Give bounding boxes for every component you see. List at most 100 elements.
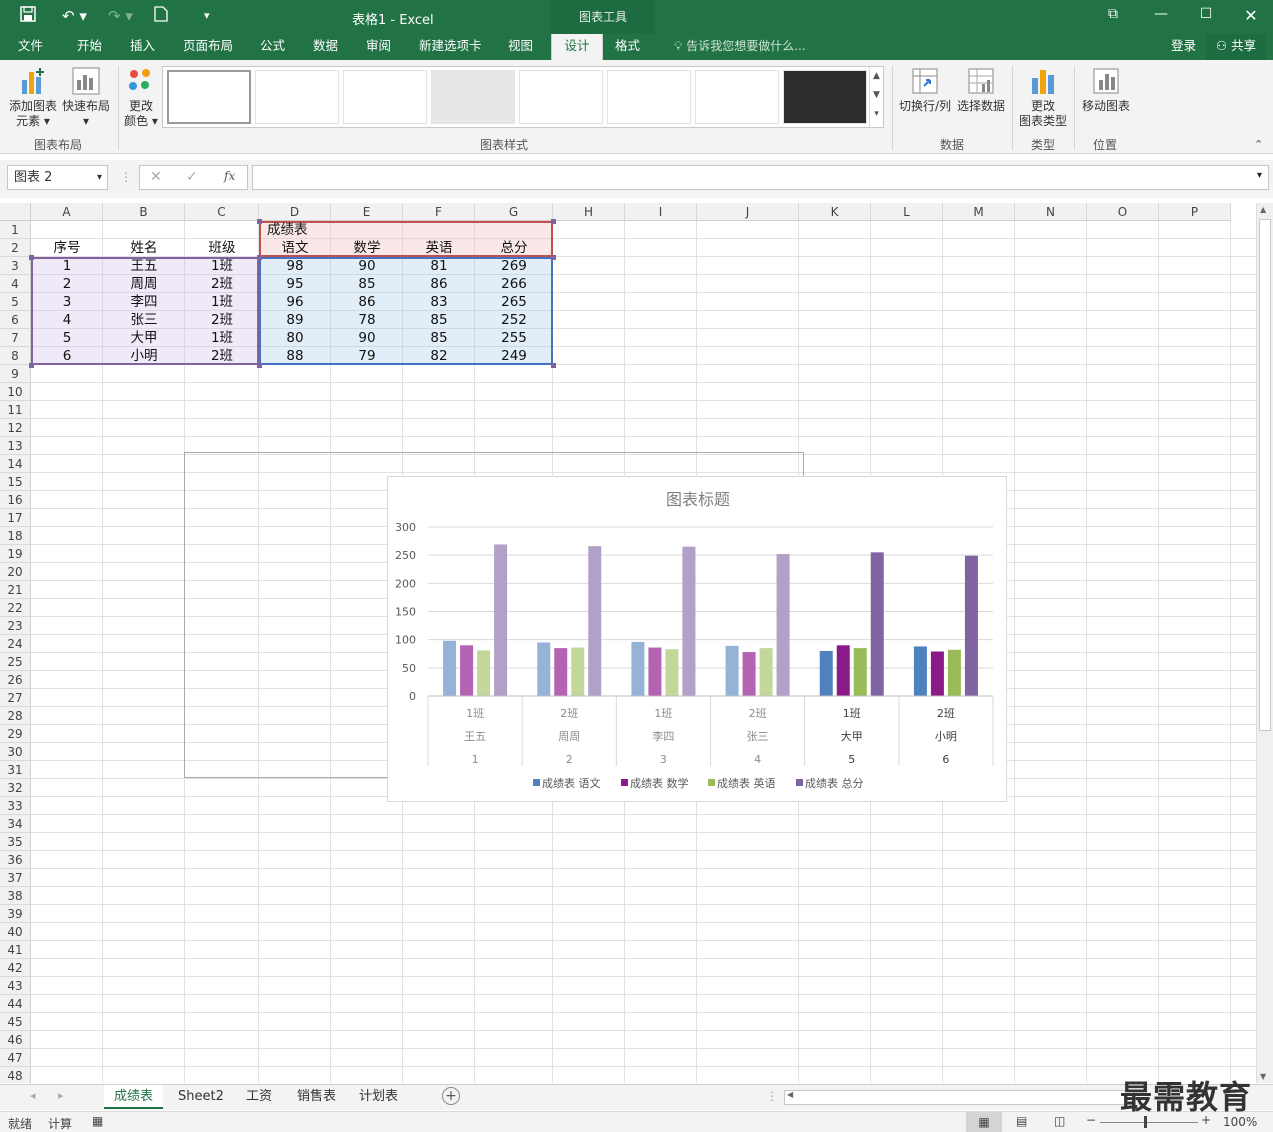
tab-file[interactable]: 文件	[12, 34, 49, 60]
row-header-45[interactable]: 45	[0, 1013, 31, 1031]
data-cell[interactable]: 81	[403, 257, 475, 275]
range-handle[interactable]	[29, 255, 34, 260]
customize-qat-icon[interactable]: ▾	[204, 6, 210, 26]
row-header-40[interactable]: 40	[0, 923, 31, 941]
row-header-16[interactable]: 16	[0, 491, 31, 509]
tab-formulas[interactable]: 公式	[254, 34, 291, 60]
column-header-B[interactable]: B	[103, 203, 185, 221]
row-header-8[interactable]: 8	[0, 347, 31, 365]
tab-page-layout[interactable]: 页面布局	[177, 34, 239, 60]
undo-icon[interactable]: ↶ ▾	[62, 6, 87, 26]
range-handle[interactable]	[29, 363, 34, 368]
row-header-48[interactable]: 48	[0, 1067, 31, 1083]
tab-review[interactable]: 审阅	[360, 34, 397, 60]
data-cell[interactable]: 1班	[185, 257, 259, 275]
data-cell[interactable]: 周周	[103, 275, 185, 293]
data-cell[interactable]: 269	[475, 257, 553, 275]
column-header-D[interactable]: D	[259, 203, 331, 221]
column-header-K[interactable]: K	[799, 203, 871, 221]
row-header-9[interactable]: 9	[0, 365, 31, 383]
data-cell[interactable]: 98	[259, 257, 331, 275]
data-cell[interactable]: 2班	[185, 311, 259, 329]
data-cell[interactable]: 90	[331, 257, 403, 275]
data-cell[interactable]: 265	[475, 293, 553, 311]
data-cell[interactable]: 王五	[103, 257, 185, 275]
row-header-15[interactable]: 15	[0, 473, 31, 491]
row-header-23[interactable]: 23	[0, 617, 31, 635]
new-file-icon[interactable]	[154, 6, 168, 27]
change-colors-button[interactable]: 更改 颜色 ▾	[116, 66, 166, 129]
column-header-L[interactable]: L	[871, 203, 943, 221]
data-cell[interactable]: 88	[259, 347, 331, 365]
enter-icon[interactable]: ✓	[186, 169, 198, 185]
data-cell[interactable]: 266	[475, 275, 553, 293]
range-handle[interactable]	[551, 219, 556, 224]
add-chart-element-button[interactable]: 添加图表 元素 ▾	[5, 66, 61, 129]
tab-new-tab[interactable]: 新建选项卡	[413, 34, 488, 60]
zoom-out-button[interactable]: −	[1086, 1113, 1096, 1127]
column-header-C[interactable]: C	[185, 203, 259, 221]
row-header-5[interactable]: 5	[0, 293, 31, 311]
row-header-37[interactable]: 37	[0, 869, 31, 887]
data-cell[interactable]: 85	[403, 329, 475, 347]
data-cell[interactable]: 96	[259, 293, 331, 311]
data-cell[interactable]: 2	[31, 275, 103, 293]
data-cell[interactable]: 86	[331, 293, 403, 311]
move-chart-button[interactable]: 移动图表	[1078, 66, 1134, 114]
data-cell[interactable]: 249	[475, 347, 553, 365]
row-header-26[interactable]: 26	[0, 671, 31, 689]
row-header-44[interactable]: 44	[0, 995, 31, 1013]
chart-style-4[interactable]	[431, 70, 515, 124]
page-break-view-icon[interactable]: ◫	[1054, 1114, 1065, 1128]
chart-style-8[interactable]	[783, 70, 867, 124]
header-cell[interactable]: 总分	[475, 239, 553, 257]
change-chart-type-button[interactable]: 更改 图表类型	[1016, 66, 1070, 129]
range-handle[interactable]	[551, 363, 556, 368]
data-cell[interactable]: 86	[403, 275, 475, 293]
select-all-corner[interactable]	[0, 203, 31, 221]
horizontal-scrollbar[interactable]: ◀	[784, 1090, 1134, 1105]
expand-formula-icon[interactable]: ▾	[1257, 170, 1262, 181]
tab-design[interactable]: 设计	[551, 34, 603, 60]
vertical-scroll-thumb[interactable]	[1259, 219, 1271, 731]
cancel-icon[interactable]: ✕	[150, 169, 162, 185]
column-header-N[interactable]: N	[1015, 203, 1087, 221]
cell-D1-table-title[interactable]: 成绩表	[259, 221, 399, 239]
macro-record-icon[interactable]: ▦	[92, 1114, 103, 1128]
column-header-O[interactable]: O	[1087, 203, 1159, 221]
row-header-42[interactable]: 42	[0, 959, 31, 977]
data-cell[interactable]: 1	[31, 257, 103, 275]
next-sheet-icon[interactable]: ▸	[58, 1089, 64, 1102]
row-header-46[interactable]: 46	[0, 1031, 31, 1049]
range-handle[interactable]	[257, 363, 262, 368]
tab-view[interactable]: 视图	[502, 34, 539, 60]
row-header-32[interactable]: 32	[0, 779, 31, 797]
data-cell[interactable]: 79	[331, 347, 403, 365]
row-header-2[interactable]: 2	[0, 239, 31, 257]
row-header-35[interactable]: 35	[0, 833, 31, 851]
name-box-dropdown-icon[interactable]: ▾	[97, 166, 102, 189]
data-cell[interactable]: 89	[259, 311, 331, 329]
row-header-1[interactable]: 1	[0, 221, 31, 239]
name-box[interactable]: 图表 2 ▾	[7, 165, 108, 190]
row-header-38[interactable]: 38	[0, 887, 31, 905]
gallery-scroll[interactable]: ▲ ▼ ▾	[869, 67, 883, 127]
row-header-21[interactable]: 21	[0, 581, 31, 599]
header-cell[interactable]: 英语	[403, 239, 475, 257]
tab-insert[interactable]: 插入	[124, 34, 161, 60]
save-icon[interactable]	[20, 6, 36, 27]
status-calculate[interactable]: 计算	[48, 1115, 72, 1132]
row-header-18[interactable]: 18	[0, 527, 31, 545]
share-button[interactable]: ⚇ 共享	[1206, 34, 1266, 60]
column-header-I[interactable]: I	[625, 203, 697, 221]
switch-row-column-button[interactable]: 切换行/列	[897, 66, 953, 114]
tab-data[interactable]: 数据	[307, 34, 344, 60]
tab-home[interactable]: 开始	[71, 34, 108, 60]
chart-object[interactable]: 图表标题 0 50 100 150 200 250 300 1班 王五 1 2班 周周 2 1班 李四 3 2班张…	[387, 476, 1007, 802]
row-header-27[interactable]: 27	[0, 689, 31, 707]
range-handle[interactable]	[257, 219, 262, 224]
row-header-31[interactable]: 31	[0, 761, 31, 779]
row-header-12[interactable]: 12	[0, 419, 31, 437]
row-header-24[interactable]: 24	[0, 635, 31, 653]
row-header-7[interactable]: 7	[0, 329, 31, 347]
